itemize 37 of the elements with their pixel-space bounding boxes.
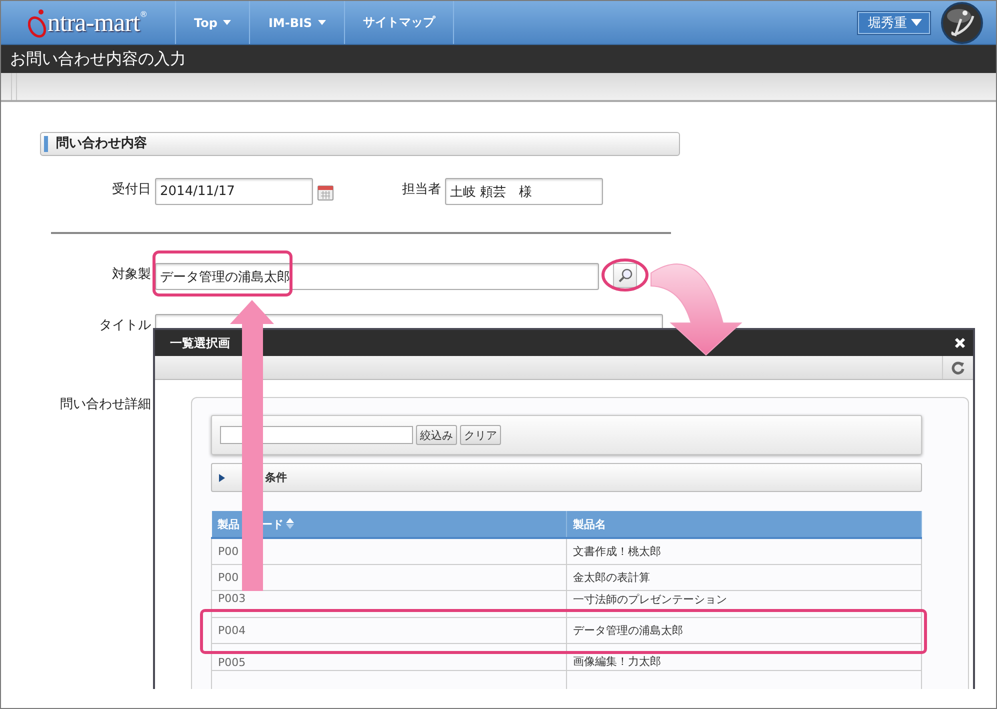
field-label: 受付日 bbox=[111, 181, 151, 198]
column-header-text: 製品 bbox=[218, 518, 240, 530]
registered-mark: ® bbox=[140, 10, 148, 19]
table-cell[interactable]: 一寸法師のプレゼンテーション bbox=[566, 590, 922, 618]
refresh-icon[interactable] bbox=[951, 360, 965, 374]
table-cell[interactable]: P003 bbox=[212, 590, 566, 618]
table-cell[interactable]: P005 bbox=[212, 644, 566, 670]
text-field[interactable]: 土岐 頼芸 様 bbox=[445, 178, 603, 205]
filter-action-button[interactable]: クリア bbox=[460, 425, 501, 445]
highlight-circle bbox=[602, 258, 648, 292]
table-cell[interactable]: 金太郎の表計算 bbox=[566, 564, 922, 590]
table-cell[interactable]: 画像編集！力太郎 bbox=[566, 644, 922, 670]
conditions-panel[interactable]: 条件 bbox=[211, 463, 922, 492]
user-dropdown[interactable]: 堀秀重 bbox=[857, 10, 931, 34]
table-cell[interactable]: 文書作成！桃太郎 bbox=[566, 538, 922, 564]
dialog-title: 一覧選択画 bbox=[170, 334, 230, 352]
info-logo-icon[interactable] bbox=[939, 2, 985, 44]
field-label: 担当者 bbox=[402, 181, 441, 198]
caret-icon bbox=[911, 19, 922, 26]
logo-text: ntra-mart bbox=[47, 8, 140, 38]
sort-icon[interactable] bbox=[286, 518, 294, 528]
field-label: 問い合わせ詳細 bbox=[59, 396, 151, 413]
column-header-text: 製品名 bbox=[573, 518, 606, 530]
date-field[interactable]: 2014/11/17 bbox=[155, 178, 313, 205]
conditions-label: 条件 bbox=[265, 470, 287, 485]
filter-action-button[interactable]: 絞込み bbox=[416, 425, 457, 445]
field-label: 対象製 bbox=[111, 266, 151, 283]
table-cell[interactable]: データ管理の浦島太郎 bbox=[566, 618, 922, 644]
search-icon bbox=[618, 268, 632, 283]
calendar-icon[interactable] bbox=[317, 184, 334, 201]
search-button[interactable] bbox=[613, 263, 637, 288]
page-title: お問い合わせ内容の入力 bbox=[1, 45, 996, 73]
field-label: タイトル bbox=[98, 317, 151, 334]
section-header: 問い合わせ内容 bbox=[40, 132, 680, 156]
table-cell[interactable]: P004 bbox=[212, 618, 566, 644]
product-field[interactable]: データ管理の浦島太郎 bbox=[155, 263, 599, 290]
close-icon[interactable] bbox=[954, 337, 966, 349]
